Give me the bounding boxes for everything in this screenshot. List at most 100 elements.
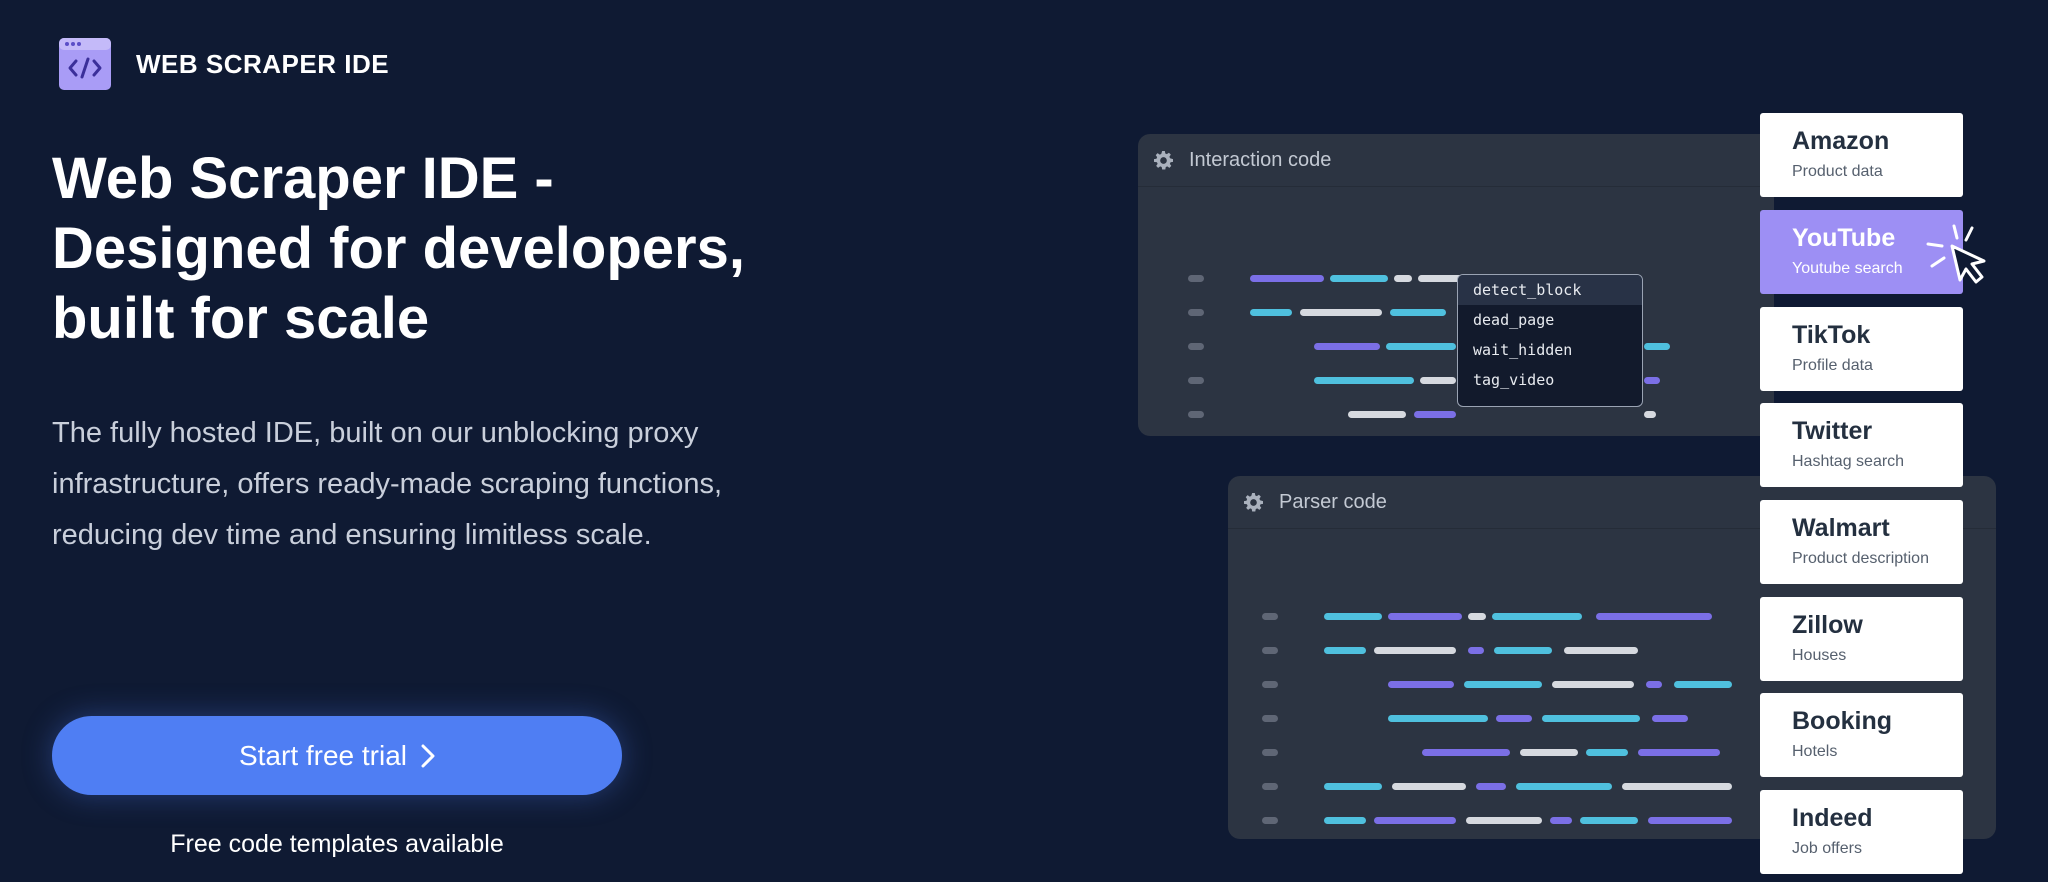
code-token: [1466, 817, 1542, 824]
code-token: [1464, 681, 1542, 688]
page-title: Web Scraper IDE - Designed for developer…: [52, 144, 952, 354]
code-token: [1414, 411, 1456, 418]
card-subtitle: Hashtag search: [1792, 453, 1905, 470]
card-title: Twitter: [1792, 417, 1873, 445]
line-number: [1262, 647, 1278, 654]
card-subtitle: Hotels: [1792, 743, 1838, 760]
code-token: [1250, 275, 1324, 282]
code-token: [1468, 647, 1484, 654]
panel-header: Interaction code: [1138, 134, 1774, 187]
code-token: [1596, 613, 1712, 620]
code-token: [1492, 613, 1582, 620]
code-token: [1388, 715, 1488, 722]
panel-title: Interaction code: [1189, 148, 1332, 171]
code-token: [1388, 681, 1454, 688]
code-token: [1468, 613, 1486, 620]
code-token: [1300, 309, 1382, 316]
code-token: [1422, 749, 1510, 756]
suggestion-item[interactable]: tag_video: [1458, 365, 1642, 395]
line-number: [1188, 377, 1204, 384]
gear-icon: [1154, 150, 1173, 170]
code-token: [1494, 647, 1552, 654]
interaction-code-panel: Interaction code de: [1138, 134, 1774, 436]
card-title: Zillow: [1792, 611, 1863, 639]
code-window-icon: [59, 38, 111, 90]
code-token: [1652, 715, 1688, 722]
code-token: [1580, 817, 1638, 824]
card-subtitle: Job offers: [1792, 840, 1862, 857]
cta-label: Start free trial: [238, 739, 408, 771]
description-line: infrastructure, offers ready-made scrapi…: [52, 468, 723, 500]
click-cursor-icon: [1926, 224, 1986, 284]
line-number: [1262, 715, 1278, 722]
card-subtitle: Youtube search: [1792, 260, 1903, 277]
chevron-right-icon: [421, 744, 435, 767]
code-token: [1586, 749, 1628, 756]
suggestion-item[interactable]: dead_page: [1458, 305, 1642, 335]
description-line: The fully hosted IDE, built on our unblo…: [52, 417, 699, 449]
card-title: TikTok: [1792, 321, 1871, 349]
line-number: [1262, 681, 1278, 688]
code-token: [1644, 411, 1656, 418]
code-token: [1330, 275, 1388, 282]
card-title: Amazon: [1792, 127, 1890, 155]
suggestion-item[interactable]: detect_block: [1458, 275, 1642, 305]
code-token: [1314, 343, 1380, 350]
code-token: [1394, 275, 1412, 282]
code-token: [1496, 715, 1532, 722]
line-number: [1262, 817, 1278, 824]
code-token: [1324, 817, 1366, 824]
code-token: [1550, 817, 1572, 824]
site-card-twitter[interactable]: Twitter Hashtag search: [1760, 403, 1963, 487]
code-token: [1638, 749, 1720, 756]
description-line: reducing dev time and ensuring limitless…: [52, 519, 652, 551]
line-number: [1262, 749, 1278, 756]
card-title: YouTube: [1792, 224, 1896, 252]
suggestion-item[interactable]: wait_hidden: [1458, 335, 1642, 365]
line-number: [1188, 275, 1204, 282]
brand-name: WEB SCRAPER IDE: [136, 48, 390, 79]
code-token: [1622, 783, 1732, 790]
line-number: [1262, 783, 1278, 790]
line-number: [1262, 613, 1278, 620]
site-card-amazon[interactable]: Amazon Product data: [1760, 113, 1963, 197]
site-card-zillow[interactable]: Zillow Houses: [1760, 597, 1963, 681]
title-line: Designed for developers,: [52, 216, 745, 281]
code-token: [1324, 613, 1382, 620]
code-token: [1674, 681, 1732, 688]
code-token: [1564, 647, 1638, 654]
cta-note: Free code templates available: [170, 830, 504, 858]
site-card-booking[interactable]: Booking Hotels: [1760, 693, 1963, 777]
card-subtitle: Houses: [1792, 647, 1847, 664]
site-card-walmart[interactable]: Walmart Product description: [1760, 500, 1963, 584]
start-free-trial-button[interactable]: Start free trial: [52, 716, 622, 795]
title-line: Web Scraper IDE -: [52, 146, 554, 211]
code-token: [1520, 749, 1578, 756]
site-card-indeed[interactable]: Indeed Job offers: [1760, 790, 1963, 874]
line-number: [1188, 309, 1204, 316]
code-token: [1420, 377, 1456, 384]
card-title: Walmart: [1792, 514, 1890, 542]
site-card-tiktok[interactable]: TikTok Profile data: [1760, 307, 1963, 391]
code-token: [1324, 647, 1366, 654]
code-token: [1324, 783, 1382, 790]
code-token: [1390, 309, 1446, 316]
panel-title: Parser code: [1279, 490, 1387, 513]
code-token: [1646, 681, 1662, 688]
brand[interactable]: WEB SCRAPER IDE: [59, 38, 389, 90]
card-subtitle: Product description: [1792, 550, 1929, 567]
code-token: [1374, 817, 1456, 824]
code-token: [1250, 309, 1292, 316]
code-token: [1314, 377, 1414, 384]
code-token: [1348, 411, 1406, 418]
code-token: [1648, 817, 1732, 824]
card-title: Booking: [1792, 707, 1892, 735]
code-token: [1388, 613, 1462, 620]
code-token: [1552, 681, 1634, 688]
gear-icon: [1244, 492, 1263, 512]
autocomplete-dropdown: detect_block dead_page wait_hidden tag_v…: [1457, 274, 1643, 407]
code-token: [1476, 783, 1506, 790]
code-token: [1516, 783, 1612, 790]
code-token: [1386, 343, 1456, 350]
line-number: [1188, 343, 1204, 350]
